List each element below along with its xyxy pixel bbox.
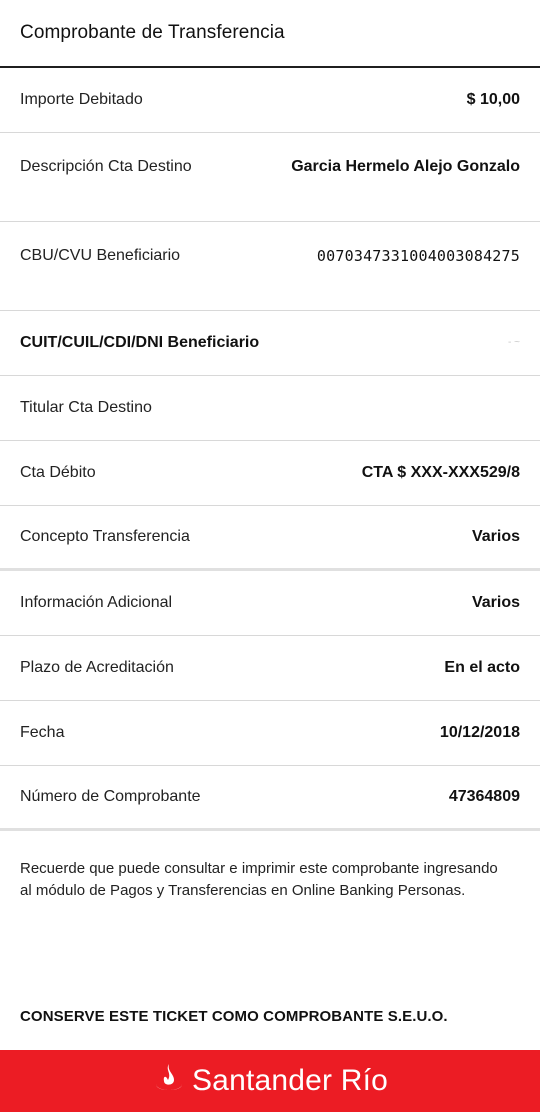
row-value: En el acto [444, 659, 520, 676]
row-titular-cta-destino: Titular Cta Destino [0, 376, 540, 441]
conserve-notice: CONSERVE ESTE TICKET COMO COMPROBANTE S.… [20, 1008, 448, 1025]
brand-footer: Santander Río [0, 1050, 540, 1112]
brand-logo: Santander Río [152, 1062, 388, 1101]
row-value: 10/12/2018 [439, 724, 520, 741]
receipt-details: Importe Debitado $ 10,00 Descripción Cta… [0, 68, 540, 831]
row-value: $ 10,00 [466, 91, 520, 108]
row-value: - ~ [508, 337, 520, 348]
row-label: Información Adicional [20, 594, 173, 611]
row-descripcion-cta-destino: Descripción Cta Destino Garcia Hermelo A… [0, 133, 540, 222]
row-label: Titular Cta Destino [20, 399, 152, 416]
row-value: 47364809 [448, 788, 520, 805]
row-value: 0070347331004003084275 [316, 247, 520, 265]
row-cbu-beneficiario: CBU/CVU Beneficiario 0070347331004003084… [0, 222, 540, 311]
row-fecha: Fecha 10/12/2018 [0, 701, 540, 766]
row-importe-debitado: Importe Debitado $ 10,00 [0, 68, 540, 133]
row-label: Número de Comprobante [20, 788, 201, 805]
brand-name: Santander Río [191, 1064, 389, 1097]
row-plazo-acreditacion: Plazo de Acreditación En el acto [0, 636, 540, 701]
row-label: CBU/CVU Beneficiario [20, 247, 181, 264]
row-cta-debito: Cta Débito CTA $ XXX-XXX529/8 [0, 441, 540, 506]
row-label: Descripción Cta Destino [20, 158, 192, 175]
row-label: CUIT/CUIL/CDI/DNI Beneficiario [20, 334, 260, 351]
page-title: Comprobante de Transferencia [20, 22, 285, 43]
row-label: Fecha [20, 724, 65, 741]
info-note: Recuerde que puede consultar e imprimir … [20, 860, 498, 899]
row-label: Plazo de Acreditación [20, 659, 174, 676]
row-cuit-beneficiario: CUIT/CUIL/CDI/DNI Beneficiario - ~ [0, 311, 540, 376]
row-informacion-adicional: Información Adicional Varios [0, 571, 540, 636]
row-label: Cta Débito [20, 464, 96, 481]
header-bar: Comprobante de Transferencia [0, 0, 540, 68]
row-value: CTA $ XXX-XXX529/8 [361, 464, 520, 481]
row-numero-comprobante: Número de Comprobante 47364809 [0, 766, 540, 831]
flame-logo-icon [152, 1062, 186, 1101]
row-concepto-transferencia: Concepto Transferencia Varios [0, 506, 540, 571]
row-value: Varios [471, 528, 520, 545]
row-value: Garcia Hermelo Alejo Gonzalo [291, 158, 520, 175]
row-label: Importe Debitado [20, 91, 143, 108]
row-label: Concepto Transferencia [20, 528, 190, 545]
row-value: Varios [471, 594, 520, 611]
